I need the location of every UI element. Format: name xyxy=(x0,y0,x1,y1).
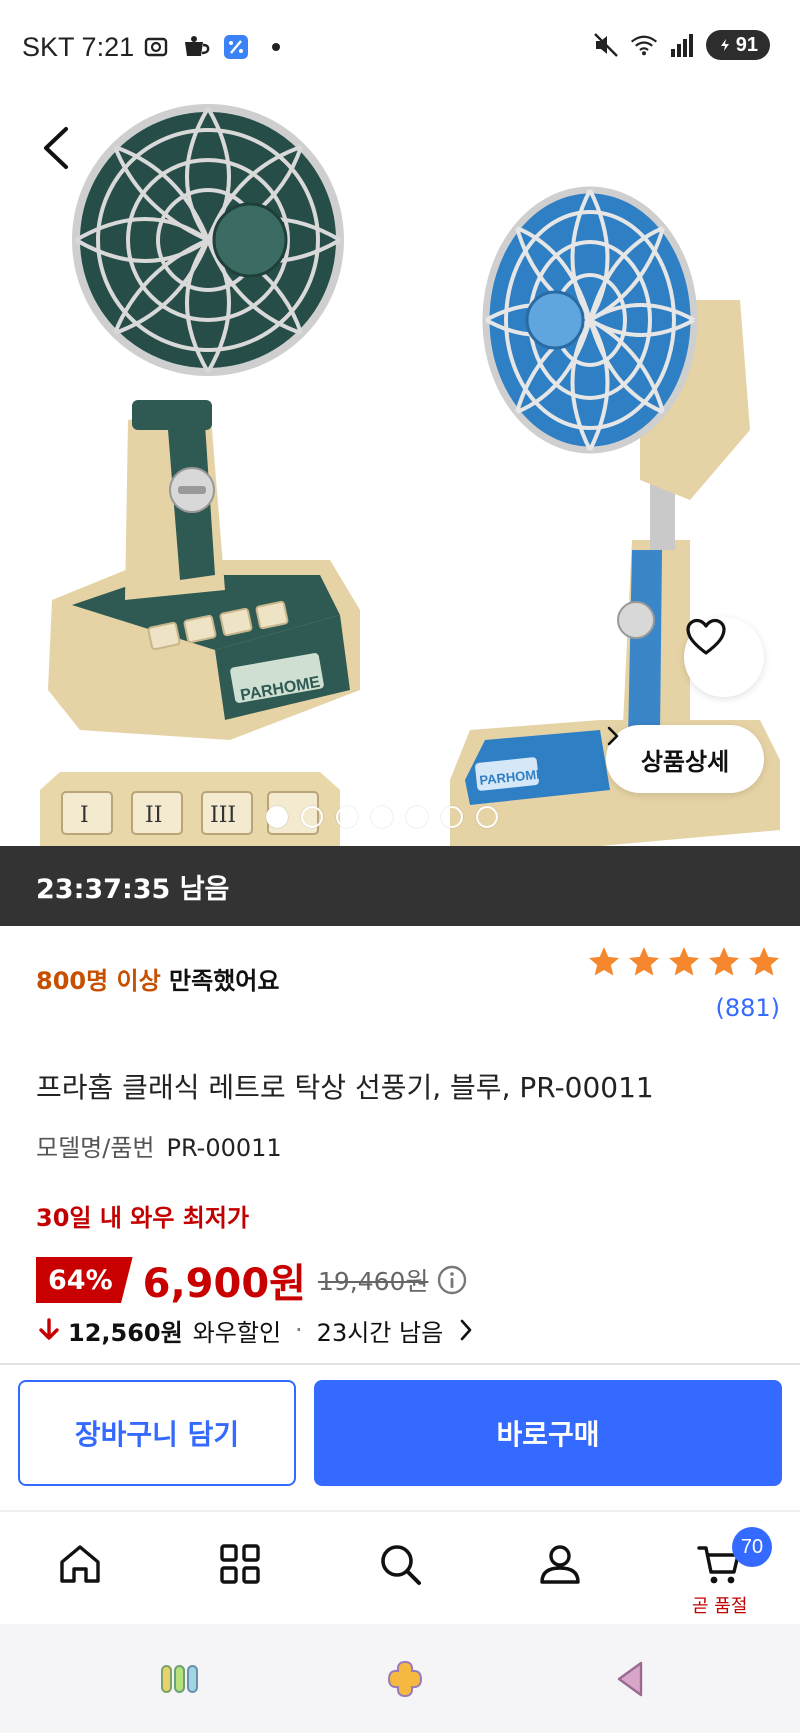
home-flower-icon xyxy=(387,1660,423,1698)
review-count-link[interactable]: (881) xyxy=(715,994,780,1022)
svg-text:I: I xyxy=(80,803,89,828)
carousel-dot[interactable] xyxy=(301,806,323,828)
status-carrier-time: SKT 7:21 xyxy=(22,32,134,63)
wow-discount-label: 와우할인 xyxy=(192,1318,282,1347)
chevron-left-icon xyxy=(44,127,68,169)
carousel-dot[interactable] xyxy=(441,806,463,828)
system-navigation-bar xyxy=(0,1624,800,1733)
product-image-carousel[interactable]: PARHOME I II III PARHOME 상품상세 xyxy=(0,0,800,846)
product-image: PARHOME I II III PARHOME xyxy=(40,104,780,846)
chevron-right-icon xyxy=(607,726,619,746)
wow-discount-row[interactable]: 12,560원 와우할인 · 23시간 남음 xyxy=(36,1312,473,1348)
star-icon xyxy=(629,947,659,976)
more-notifications-dot xyxy=(262,33,290,61)
info-icon[interactable] xyxy=(436,1264,468,1296)
svg-text:II: II xyxy=(145,803,162,828)
status-bar: SKT 7:21 91 xyxy=(0,0,800,98)
nav-my-account[interactable] xyxy=(530,1534,590,1594)
back-system-button[interactable] xyxy=(605,1654,655,1704)
arrow-down-icon xyxy=(39,1318,59,1340)
countdown-text: 23:37:35 남음 xyxy=(36,873,230,905)
svg-text:III: III xyxy=(210,803,236,828)
divider xyxy=(0,1363,800,1365)
coffee-app-icon xyxy=(182,33,210,61)
product-detail-button[interactable]: 상품상세 xyxy=(606,725,764,793)
carrier: SKT xyxy=(22,32,75,62)
home-system-button[interactable] xyxy=(380,1654,430,1704)
screenshot-icon xyxy=(142,33,170,61)
heart-icon xyxy=(686,618,726,655)
separator: · xyxy=(295,1316,303,1344)
back-button[interactable] xyxy=(40,125,84,185)
wifi-icon xyxy=(630,31,658,59)
grid-icon xyxy=(220,1544,260,1584)
user-icon xyxy=(540,1545,580,1584)
recent-apps-icon xyxy=(161,1665,198,1693)
star-icon xyxy=(749,947,779,976)
nav-search[interactable] xyxy=(370,1534,430,1594)
nav-home[interactable] xyxy=(50,1534,110,1594)
star-icon xyxy=(589,947,619,976)
nav-categories[interactable] xyxy=(210,1534,270,1594)
sale-price: 6,900원 xyxy=(142,1261,306,1307)
mute-icon xyxy=(592,31,620,59)
home-icon xyxy=(60,1545,100,1583)
model-value: PR-00011 xyxy=(166,1134,282,1162)
original-price: 19,460원 xyxy=(317,1267,429,1296)
soldout-soon-label: 곧 품절 xyxy=(692,1596,748,1617)
carousel-dot[interactable] xyxy=(406,806,428,828)
star-icon xyxy=(669,947,699,976)
star-icon xyxy=(709,947,739,976)
wow-time-remaining: 23시간 남음 xyxy=(316,1318,444,1347)
chevron-right-icon xyxy=(460,1319,472,1341)
wishlist-button[interactable] xyxy=(684,617,764,697)
app-notification-icon xyxy=(222,33,250,61)
recent-apps-button[interactable] xyxy=(155,1654,205,1704)
product-detail-label: 상품상세 xyxy=(640,747,730,776)
carousel-dot[interactable] xyxy=(336,806,358,828)
carousel-dot[interactable] xyxy=(476,806,498,828)
add-to-cart-button[interactable]: 장바구니 담기 xyxy=(18,1380,296,1486)
search-icon xyxy=(381,1545,421,1585)
satisfaction-text: 800명 이상 만족했어요 xyxy=(36,961,279,996)
lowest-price-label: 30일 내 와우 최저가 xyxy=(36,1204,250,1232)
carousel-dot[interactable] xyxy=(371,806,393,828)
wow-discount-amount: 12,560원 xyxy=(68,1318,183,1347)
signal-icon xyxy=(668,31,696,59)
buy-now-button[interactable]: 바로구매 xyxy=(314,1380,782,1486)
battery-level: 91 xyxy=(735,33,758,56)
satisfaction-rest: 만족했어요 xyxy=(160,967,280,995)
bottom-navigation xyxy=(0,1512,800,1624)
price-row: 64% 6,900원 19,460원 xyxy=(36,1252,468,1308)
cart-count-badge: 70 xyxy=(732,1527,772,1567)
countdown-bar: 23:37:35 남음 xyxy=(0,846,800,926)
clock: 7:21 xyxy=(81,32,135,62)
carousel-dots xyxy=(266,806,498,828)
battery-indicator: 91 xyxy=(705,30,770,60)
model-label: 모델명/품번 xyxy=(36,1134,155,1162)
carousel-dot[interactable] xyxy=(266,806,288,828)
satisfaction-highlight: 800명 이상 xyxy=(36,967,161,995)
discount-badge: 64% xyxy=(36,1257,133,1303)
product-title: 프라홈 클래식 레트로 탁상 선풍기, 블루, PR-00011 xyxy=(36,1071,654,1104)
model-number: 모델명/품번 PR-00011 xyxy=(36,1128,282,1163)
back-triangle-icon xyxy=(617,1661,643,1697)
star-rating[interactable] xyxy=(586,944,782,980)
